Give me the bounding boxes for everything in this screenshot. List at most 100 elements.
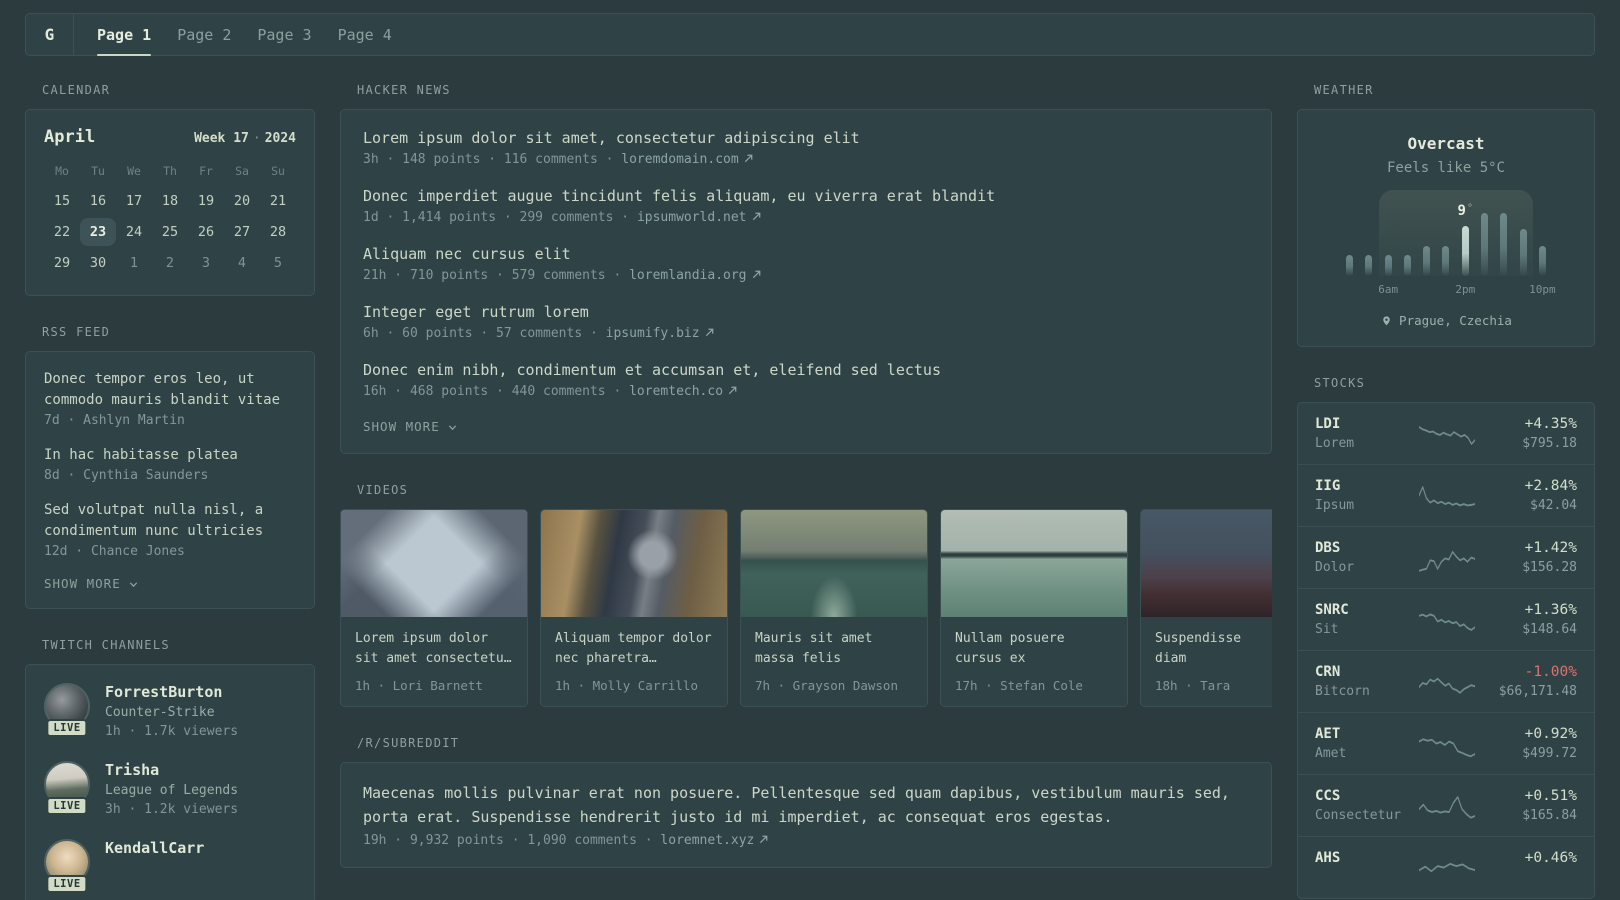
stock-symbol[interactable]: DBS <box>1315 540 1413 556</box>
channel-info: ForrestBurton Counter-Strike 1h · 1.7k vie… <box>105 683 238 739</box>
rss-item-title[interactable]: Donec tempor eros leo, ut commodo mauris… <box>44 369 296 411</box>
stock-change: +0.46% <box>1524 850 1577 866</box>
channel-name[interactable]: ForrestBurton <box>105 683 238 701</box>
stock-name: Dolor <box>1315 560 1355 575</box>
stock-change: +0.92% <box>1524 726 1577 742</box>
twitch-channel[interactable]: LIVE KendallCarr <box>44 839 296 893</box>
video-title[interactable]: Aliquam tempor dolor nec pharetra… <box>555 629 713 669</box>
stock-row[interactable]: AET Amet +0.92% $499.72 <box>1298 712 1594 774</box>
video-thumbnail[interactable] <box>741 510 927 617</box>
video-thumbnail[interactable] <box>341 510 527 617</box>
stock-row[interactable]: IIG Ipsum +2.84% $42.04 <box>1298 464 1594 526</box>
tab-page-1[interactable]: Page 1 <box>84 14 164 56</box>
video-title[interactable]: Suspendisse diam <box>1155 629 1251 669</box>
hn-story-domain-link[interactable]: ipsumworld.net <box>637 210 762 225</box>
rss-item-title[interactable]: In hac habitasse platea <box>44 445 296 466</box>
stock-sparkline <box>1413 603 1481 637</box>
channel-name[interactable]: KendallCarr <box>105 839 204 857</box>
stock-sparkline <box>1413 665 1481 699</box>
calendar-day: 28 <box>269 224 287 240</box>
video-card[interactable]: Mauris sit amet massa felis 7h · Grayson … <box>740 509 928 708</box>
video-title[interactable]: Lorem ipsum dolor sit amet consectetu… <box>355 629 513 669</box>
hn-story-domain-link[interactable]: loremdomain.com <box>621 152 753 167</box>
avatar[interactable]: LIVE <box>44 683 90 737</box>
subreddit-post-domain-link[interactable]: loremnet.xyz <box>660 833 769 848</box>
stock-symbol[interactable]: CRN <box>1315 664 1413 680</box>
calendar-day-selected: 23 <box>80 218 116 246</box>
sparkline-chart <box>1419 862 1475 872</box>
sparkline-chart <box>1419 550 1475 572</box>
stock-row[interactable]: CRN Bitcorn -1.00% $66,171.48 <box>1298 650 1594 712</box>
calendar-day: 17 <box>125 193 143 209</box>
stock-row[interactable]: LDI Lorem +4.35% $795.18 <box>1298 403 1594 464</box>
stock-price: $148.64 <box>1522 622 1577 637</box>
tab-page-2[interactable]: Page 2 <box>164 14 244 55</box>
video-thumbnail[interactable] <box>941 510 1127 617</box>
external-link-icon <box>760 835 768 843</box>
hn-story-title[interactable]: Lorem ipsum dolor sit amet, consectetur … <box>363 129 1249 147</box>
rss-show-more-button[interactable]: SHOW MORE <box>44 576 296 591</box>
stock-row[interactable]: SNRC Sit +1.36% $148.64 <box>1298 588 1594 650</box>
video-card[interactable]: Nullam posuere cursus ex 17h · Stefan Col… <box>940 509 1128 708</box>
channel-name[interactable]: Trisha <box>105 761 238 779</box>
hn-story-domain-link[interactable]: loremlandia.org <box>629 268 761 283</box>
video-thumbnail[interactable] <box>1141 510 1272 617</box>
avatar[interactable]: LIVE <box>44 839 90 893</box>
hn-story-title[interactable]: Integer eget rutrum lorem <box>363 303 1249 321</box>
video-card-body: Mauris sit amet massa felis 7h · Grayson … <box>741 617 927 706</box>
hn-story-domain-link[interactable]: ipsumify.biz <box>606 326 715 341</box>
stock-values: -1.00% $66,171.48 <box>1481 664 1577 699</box>
stock-symbol[interactable]: AHS <box>1315 850 1413 866</box>
stock-symbol[interactable]: IIG <box>1315 478 1413 494</box>
channel-game: Counter-Strike <box>105 705 215 720</box>
weather-time-label: 6am <box>1378 283 1399 296</box>
twitch-channel[interactable]: LIVE Trisha League of Legends 3h · 1.2k vie… <box>44 761 296 817</box>
rss-item-title[interactable]: Sed volutpat nulla nisl, a condimentum n… <box>44 500 296 542</box>
hn-show-more-button[interactable]: SHOW MORE <box>363 419 1249 434</box>
tab-page-3[interactable]: Page 3 <box>244 14 324 55</box>
video-title[interactable]: Mauris sit amet massa felis <box>755 629 913 669</box>
section-title-rss: RSS FEED <box>42 325 111 339</box>
stock-symbol[interactable]: SNRC <box>1315 602 1413 618</box>
hn-story-title[interactable]: Donec enim nibh, condimentum et accumsan… <box>363 361 1249 379</box>
video-card[interactable]: Aliquam tempor dolor nec pharetra… 1h · M… <box>540 509 728 708</box>
stock-symbol[interactable]: AET <box>1315 726 1413 742</box>
twitch-channel[interactable]: LIVE ForrestBurton Counter-Strike 1h · 1.7k… <box>44 683 296 739</box>
stock-row[interactable]: AHS +0.46% <box>1298 836 1594 898</box>
stock-name: Bitcorn <box>1315 684 1370 699</box>
weather-widget: Overcast Feels like 5°C 9° 6am 2pm 10pm Pr… <box>1297 109 1595 347</box>
tab-page-4[interactable]: Page 4 <box>325 14 405 55</box>
rss-item: In hac habitasse platea 8d · Cynthia Saun… <box>44 445 296 483</box>
weather-feels-like: Feels like 5°C <box>1386 160 1505 176</box>
show-more-label: SHOW MORE <box>363 419 440 434</box>
stock-values: +1.42% $156.28 <box>1481 540 1577 575</box>
channel-meta: 1h · 1.7k viewers <box>105 724 239 739</box>
weather-bar-slot <box>1417 246 1436 276</box>
video-card[interactable]: Lorem ipsum dolor sit amet consectetu… 1h… <box>340 509 528 708</box>
stock-name: Consectetur <box>1315 808 1402 823</box>
video-thumbnail[interactable] <box>541 510 727 617</box>
stock-symbol[interactable]: CCS <box>1315 788 1413 804</box>
subreddit-post-title[interactable]: Maecenas mollis pulvinar erat non posuer… <box>363 782 1243 829</box>
stock-row[interactable]: CCS Consectetur +0.51% $165.84 <box>1298 774 1594 836</box>
calendar-week-label: Week 17 <box>194 131 249 146</box>
hn-story-domain-link[interactable]: loremtech.co <box>629 384 738 399</box>
stock-row[interactable]: DBS Dolor +1.42% $156.28 <box>1298 526 1594 588</box>
rss-list: Donec tempor eros leo, ut commodo mauris… <box>44 369 296 559</box>
calendar-section: CALENDAR April Week 17 · 2024 Mo Tu We Th Fr Sa… <box>25 83 315 296</box>
stock-identity: SNRC Sit <box>1315 602 1413 637</box>
stock-name: Lorem <box>1315 436 1355 451</box>
stock-values: +0.92% $499.72 <box>1481 726 1577 761</box>
avatar[interactable]: LIVE <box>44 761 90 815</box>
weather-time-labels: 6am 2pm 10pm <box>1340 283 1555 298</box>
stock-symbol[interactable]: LDI <box>1315 416 1413 432</box>
hn-story-title[interactable]: Aliquam nec cursus elit <box>363 245 1249 263</box>
video-title[interactable]: Nullam posuere cursus ex <box>955 629 1113 669</box>
weather-bars <box>1340 190 1552 276</box>
video-card[interactable]: Suspendisse diam 18h · Tara <box>1140 509 1272 708</box>
video-meta: 1h · Molly Carrillo <box>555 678 698 694</box>
twitch-channel-list: LIVE ForrestBurton Counter-Strike 1h · 1.7k… <box>44 683 296 893</box>
weather-bar <box>1538 246 1546 276</box>
hn-story-title[interactable]: Donec imperdiet augue tincidunt felis al… <box>363 187 1249 205</box>
stock-values: +1.36% $148.64 <box>1481 602 1577 637</box>
